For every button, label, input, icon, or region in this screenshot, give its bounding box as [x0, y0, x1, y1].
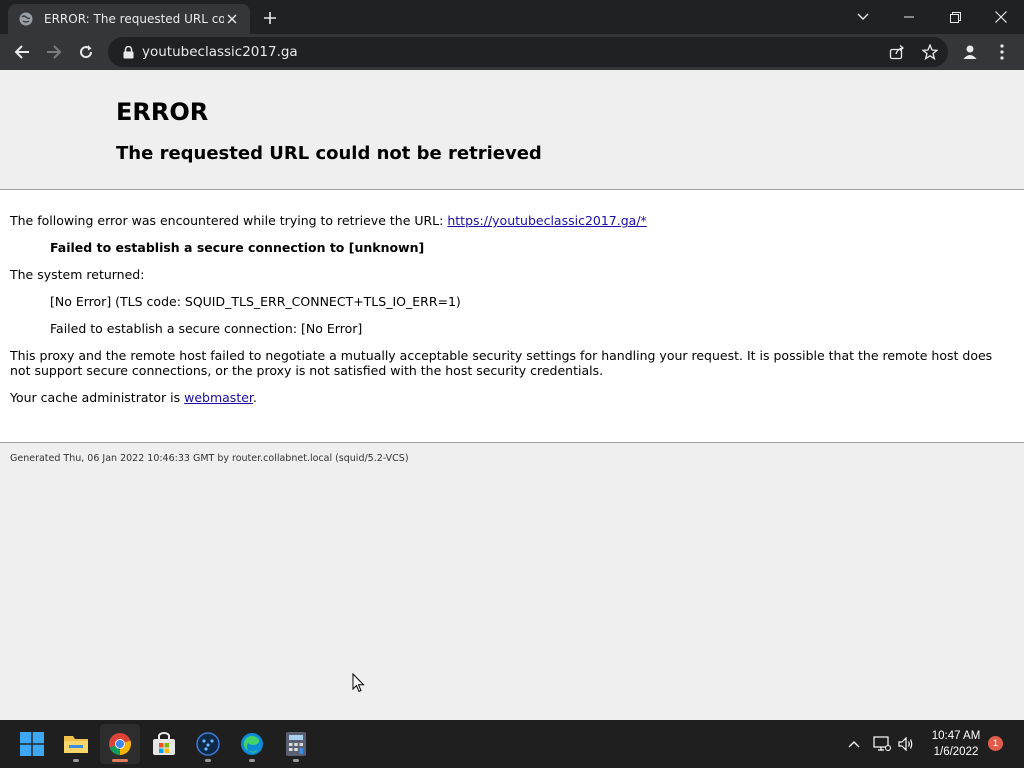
- windows-start-icon: [20, 732, 44, 756]
- chrome-button[interactable]: [100, 724, 140, 764]
- secure-connection-text: Failed to establish a secure connection:…: [50, 321, 363, 336]
- share-icon[interactable]: [888, 43, 906, 61]
- error-url-link[interactable]: https://youtubeclassic2017.ga/*: [447, 213, 646, 228]
- bookmark-star-icon[interactable]: [921, 43, 939, 61]
- intro-paragraph: The following error was encountered whil…: [10, 213, 647, 228]
- close-window-button[interactable]: [978, 0, 1024, 34]
- app-button[interactable]: [188, 724, 228, 764]
- page-content: ERROR The requested URL could not be ret…: [0, 70, 1024, 720]
- start-button[interactable]: [12, 724, 52, 764]
- system-clock[interactable]: 10:47 AM 1/6/2022: [924, 728, 988, 760]
- new-tab-button[interactable]: [258, 6, 282, 30]
- edge-icon: [241, 733, 263, 755]
- page-subtitle: The requested URL could not be retrieved: [116, 143, 542, 164]
- clock-time: 10:47 AM: [931, 730, 981, 742]
- tab-title: ERROR: The requested URL could not be re…: [44, 12, 224, 26]
- back-arrow-icon[interactable]: [8, 38, 36, 66]
- system-returned-label: The system returned:: [10, 267, 145, 282]
- active-indicator: [112, 759, 128, 762]
- error-message: Failed to establish a secure connection …: [50, 240, 425, 255]
- minimize-button[interactable]: [886, 0, 932, 34]
- error-header: ERROR The requested URL could not be ret…: [0, 70, 1024, 190]
- globe-icon: [18, 11, 34, 27]
- running-indicator: [205, 759, 211, 762]
- chevron-up-icon[interactable]: [844, 734, 864, 754]
- tls-code-text: [No Error] (TLS code: SQUID_TLS_ERR_CONN…: [50, 294, 461, 309]
- browser-titlebar: ERROR: The requested URL could not be re…: [0, 0, 1024, 34]
- mouse-cursor-icon: [352, 672, 366, 693]
- calculator-icon: [286, 732, 306, 756]
- close-tab-icon[interactable]: [224, 11, 240, 27]
- explanation-paragraph: This proxy and the remote host failed to…: [10, 348, 993, 378]
- folder-icon: [64, 736, 88, 753]
- network-icon[interactable]: [872, 734, 892, 754]
- running-indicator: [73, 759, 79, 762]
- url-text: youtubeclassic2017.ga: [142, 44, 298, 60]
- reload-icon[interactable]: [72, 38, 100, 66]
- chrome-icon: [109, 733, 131, 755]
- address-bar[interactable]: youtubeclassic2017.ga: [108, 37, 948, 67]
- volume-icon[interactable]: [896, 734, 916, 754]
- tab-search-chevron-icon[interactable]: [840, 0, 886, 34]
- running-indicator: [293, 759, 299, 762]
- restore-button[interactable]: [932, 0, 978, 34]
- forward-arrow-icon[interactable]: [40, 38, 68, 66]
- store-button[interactable]: [144, 724, 184, 764]
- page-title: ERROR: [116, 98, 209, 126]
- intro-text: The following error was encountered whil…: [10, 213, 448, 228]
- edge-button[interactable]: [232, 724, 272, 764]
- error-body: The following error was encountered whil…: [0, 190, 1024, 443]
- notification-badge[interactable]: 1: [988, 736, 1003, 751]
- webmaster-link[interactable]: webmaster: [184, 390, 253, 405]
- admin-paragraph: Your cache administrator is webmaster.: [10, 390, 257, 405]
- lock-icon[interactable]: [120, 44, 136, 60]
- browser-toolbar: youtubeclassic2017.ga: [0, 34, 1024, 70]
- running-indicator: [249, 759, 255, 762]
- generated-footer: Generated Thu, 06 Jan 2022 10:46:33 GMT …: [10, 453, 409, 464]
- profile-icon[interactable]: [956, 38, 984, 66]
- admin-prefix: Your cache administrator is: [10, 390, 185, 405]
- taskbar: 10:47 AM 1/6/2022: [0, 720, 1024, 768]
- app-icon: [196, 732, 220, 756]
- admin-suffix: .: [252, 390, 257, 405]
- file-explorer-button[interactable]: [56, 724, 96, 764]
- calculator-button[interactable]: [276, 724, 316, 764]
- browser-tab[interactable]: ERROR: The requested URL could not be re…: [8, 4, 250, 34]
- menu-kebab-icon[interactable]: [988, 38, 1016, 66]
- store-icon: [153, 732, 175, 755]
- clock-date: 1/6/2022: [933, 746, 979, 758]
